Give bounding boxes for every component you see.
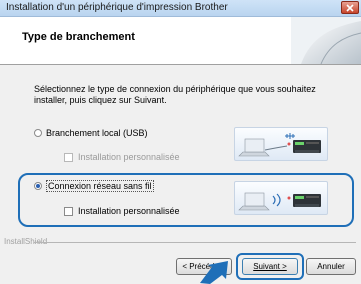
usb-custom-install-option: Installation personnalisée xyxy=(64,152,180,162)
usb-custom-install-checkbox xyxy=(64,152,73,162)
usb-option-label: Branchement local (USB) xyxy=(46,128,148,138)
wireless-radio[interactable] xyxy=(34,182,42,190)
wireless-custom-install-option[interactable]: Installation personnalisée xyxy=(64,206,180,216)
cancel-button[interactable]: Annuler xyxy=(306,258,356,275)
laptop-wireless-printer-illustration xyxy=(234,181,328,215)
page-title: Type de branchement xyxy=(22,31,135,43)
title-bar[interactable]: Installation d'un périphérique d'impress… xyxy=(0,0,361,17)
window-title: Installation d'un périphérique d'impress… xyxy=(6,2,228,13)
close-button[interactable] xyxy=(341,1,359,14)
close-icon xyxy=(346,4,354,12)
footer-divider xyxy=(34,242,356,243)
installer-window: Installation d'un périphérique d'impress… xyxy=(0,0,361,284)
usb-option[interactable]: Branchement local (USB) xyxy=(34,128,148,138)
usb-connection-icon xyxy=(238,133,321,157)
pointer-arrow-icon xyxy=(200,261,228,284)
usb-custom-install-label: Installation personnalisée xyxy=(78,152,180,162)
wireless-custom-install-checkbox[interactable] xyxy=(64,206,73,216)
wireless-option[interactable]: Connexion réseau sans fil xyxy=(34,180,154,192)
wireless-custom-install-label: Installation personnalisée xyxy=(78,206,180,216)
wizard-header: Type de branchement xyxy=(0,17,361,65)
usb-radio[interactable] xyxy=(34,129,42,137)
laptop-usb-printer-illustration xyxy=(234,127,328,161)
instruction-text: Sélectionnez le type de connexion du pér… xyxy=(34,84,316,105)
wireless-connection-icon xyxy=(238,192,321,211)
wireless-option-label: Connexion réseau sans fil xyxy=(46,180,154,192)
page-curl-graphic xyxy=(291,17,361,64)
next-button[interactable]: Suivant > xyxy=(242,258,298,275)
